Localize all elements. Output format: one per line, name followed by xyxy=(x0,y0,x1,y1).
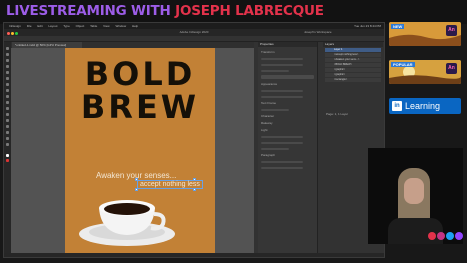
layer-row[interactable]: <rectangle> xyxy=(325,78,381,82)
stroke-field[interactable] xyxy=(261,96,303,98)
direct-selection-tool-icon[interactable] xyxy=(6,53,9,56)
youtube-icon[interactable] xyxy=(428,232,436,240)
properties-panel: Properties Transform Appearance Text Fra… xyxy=(258,42,318,257)
layer-row[interactable]: <graphic> xyxy=(325,73,381,77)
linkedin-learning-label: Learning xyxy=(405,101,441,111)
hand-tool-icon[interactable] xyxy=(6,137,9,140)
workspace-switcher[interactable]: Joseph's Workspace xyxy=(304,29,332,36)
y-position-field[interactable] xyxy=(261,64,303,66)
document-page[interactable]: BOLD BREW Awaken your senses... accept n… xyxy=(65,48,215,254)
stream-banner: LIVESTREAMING WITH JOSEPH LABRECQUE xyxy=(0,0,467,24)
linkedin-icon: in xyxy=(392,101,402,111)
font-style-select[interactable]: Light xyxy=(261,128,314,132)
course-thumbnail-popular[interactable]: POPULAR An xyxy=(389,60,461,84)
banner-title-part1: LIVESTREAMING WITH xyxy=(6,3,176,19)
edit-text-button[interactable] xyxy=(261,75,314,79)
rectangle-tool-icon[interactable] xyxy=(6,101,9,104)
twitter-icon[interactable] xyxy=(446,232,454,240)
banner-title-part2: JOSEPH LABRECQUE xyxy=(175,3,324,19)
line-tool-icon[interactable] xyxy=(6,77,9,80)
social-icons xyxy=(428,232,464,242)
selection-tool-icon[interactable] xyxy=(6,47,9,50)
layer-row[interactable]: <Awaken your sens...> xyxy=(325,58,381,62)
layers-panel-title: Layers xyxy=(323,42,383,47)
indesign-window: InDesign File Edit Layout Type Object Ta… xyxy=(3,22,385,258)
appearance-section-label: Appearance xyxy=(261,82,278,86)
banner-title: LIVESTREAMING WITH JOSEPH LABRECQUE xyxy=(6,3,324,19)
layers-status: Page: 1, 1 Layer xyxy=(326,112,349,116)
animate-app-icon: An xyxy=(446,63,457,74)
leading-field[interactable] xyxy=(261,142,303,144)
fill-field[interactable] xyxy=(261,90,303,92)
coffee-cup-graphic[interactable] xyxy=(65,48,215,254)
columns-field[interactable] xyxy=(261,109,289,111)
layer-row[interactable]: Layer 1 xyxy=(325,48,381,52)
page-tool-icon[interactable] xyxy=(6,59,9,62)
status-bar xyxy=(4,253,384,257)
tools-panel xyxy=(4,42,11,257)
note-tool-icon[interactable] xyxy=(6,125,9,128)
fill-swatch-icon[interactable] xyxy=(6,154,9,157)
frame-tool-icon[interactable] xyxy=(6,95,9,98)
pen-tool-icon[interactable] xyxy=(6,83,9,86)
pasteboard[interactable]: BOLD BREW Awaken your senses... accept n… xyxy=(11,48,254,257)
alignment-buttons[interactable] xyxy=(261,161,303,163)
popular-badge: POPULAR xyxy=(391,62,415,67)
webcam-feed xyxy=(368,148,463,244)
twitch-icon[interactable] xyxy=(455,232,463,240)
course-thumbnail-new[interactable]: NEW An xyxy=(389,22,461,46)
layer-row[interactable]: <graphic> xyxy=(325,68,381,72)
indent-fields[interactable] xyxy=(261,167,303,169)
font-family-select[interactable]: Raleway xyxy=(261,121,314,125)
properties-panel-title: Properties xyxy=(258,42,317,47)
character-section-label: Character xyxy=(261,114,275,118)
eyedropper-tool-icon[interactable] xyxy=(6,131,9,134)
scissors-tool-icon[interactable] xyxy=(6,107,9,110)
layer-row[interactable]: <accept nothing less> xyxy=(325,53,381,57)
linkedin-learning-logo[interactable]: in Learning xyxy=(389,98,461,114)
x-position-field[interactable] xyxy=(261,58,303,60)
tracking-field[interactable] xyxy=(261,148,289,150)
new-badge: NEW xyxy=(391,24,405,29)
presenter-face xyxy=(404,178,424,204)
rotation-field[interactable] xyxy=(261,70,289,72)
font-size-field[interactable] xyxy=(261,136,303,138)
animate-app-icon: An xyxy=(446,25,457,36)
window-titlebar: Adobe InDesign 2020 Joseph's Workspace xyxy=(4,29,384,36)
stream-overlay: LIVESTREAMING WITH JOSEPH LABRECQUE InDe… xyxy=(0,0,467,263)
type-tool-icon[interactable] xyxy=(6,71,9,74)
gradient-tool-icon[interactable] xyxy=(6,119,9,122)
zoom-tool-icon[interactable] xyxy=(6,143,9,146)
instagram-icon[interactable] xyxy=(437,232,445,240)
gap-tool-icon[interactable] xyxy=(6,65,9,68)
stroke-swatch-icon[interactable] xyxy=(6,159,9,162)
right-panel-dock: Properties Transform Appearance Text Fra… xyxy=(254,42,384,257)
free-transform-tool-icon[interactable] xyxy=(6,113,9,116)
transform-section-label: Transform xyxy=(261,50,275,54)
layer-row[interactable]: <BOLD BREW> xyxy=(325,63,381,67)
paragraph-section-label: Paragraph xyxy=(261,153,276,157)
pencil-tool-icon[interactable] xyxy=(6,89,9,92)
text-frame-section-label: Text Frame xyxy=(261,101,277,105)
